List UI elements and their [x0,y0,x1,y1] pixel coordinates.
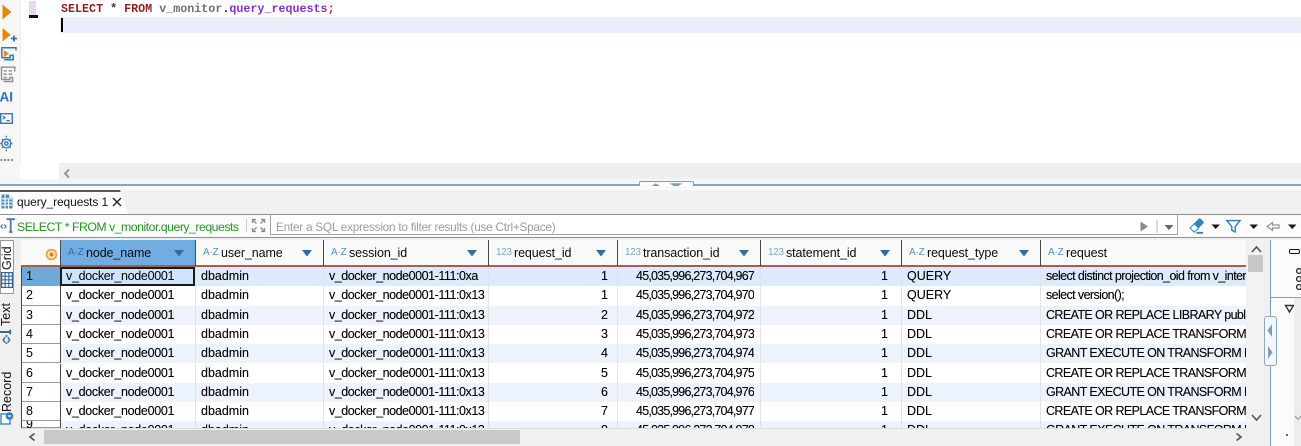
svg-text:AI: AI [0,90,13,105]
